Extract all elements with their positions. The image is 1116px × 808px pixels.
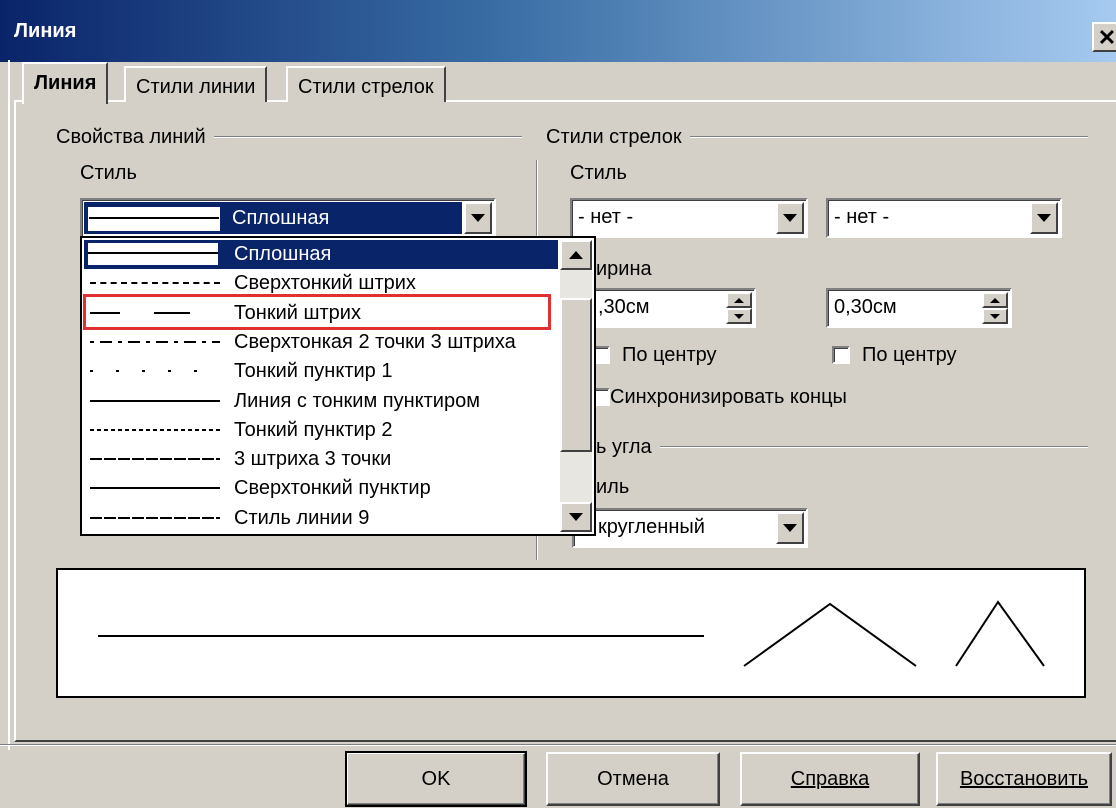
line-style-option[interactable]: Сверхтонкая 2 точки 3 штриха bbox=[84, 328, 558, 357]
chevron-down-icon bbox=[783, 524, 797, 532]
arrow-start-select[interactable]: - нет - bbox=[570, 198, 808, 238]
line-style-dropdown-button[interactable] bbox=[464, 202, 492, 234]
center-end-checkbox[interactable] bbox=[832, 346, 850, 364]
line-pattern-preview bbox=[90, 458, 220, 461]
line-style-label: Стиль bbox=[80, 162, 137, 184]
arrow-start-value: - нет - bbox=[578, 206, 634, 228]
line-pattern-preview bbox=[90, 282, 220, 285]
scroll-up-icon bbox=[569, 251, 583, 259]
line-style-preview bbox=[89, 217, 219, 219]
line-style-select[interactable]: Сплошная bbox=[80, 198, 496, 238]
line-style-option-label: Тонкий пунктир 1 bbox=[234, 360, 393, 383]
line-style-option[interactable]: Стиль линии 9 bbox=[84, 504, 558, 533]
spin-up-icon bbox=[990, 297, 1000, 303]
chevron-down-icon bbox=[783, 214, 797, 222]
line-pattern-preview bbox=[90, 428, 220, 431]
arrow-start-width-spinner[interactable] bbox=[726, 292, 752, 324]
spin-down-icon bbox=[734, 313, 744, 319]
line-pattern-preview bbox=[90, 487, 220, 490]
line-style-option-label: Сверхтонкий пунктир bbox=[234, 477, 431, 500]
cancel-button[interactable]: Отмена bbox=[546, 752, 720, 806]
line-pattern-preview bbox=[88, 243, 218, 265]
line-style-option-label: Тонкий пунктир 2 bbox=[234, 418, 393, 441]
spin-down-icon bbox=[990, 313, 1000, 319]
line-style-option[interactable]: 3 штриха 3 точки bbox=[84, 445, 558, 474]
reset-button[interactable]: Восстановить bbox=[936, 752, 1112, 806]
preview-wide-corner bbox=[743, 602, 917, 667]
dropdown-scrollbar[interactable] bbox=[560, 240, 592, 532]
corner-separator bbox=[596, 446, 1088, 448]
line-pattern-preview bbox=[90, 516, 220, 519]
arrow-end-select[interactable]: - нет - bbox=[826, 198, 1062, 238]
line-pattern-preview bbox=[90, 340, 220, 343]
corner-title: ь угла bbox=[596, 436, 660, 459]
spin-up-icon bbox=[734, 297, 744, 303]
line-style-selected-bg: Сплошная bbox=[84, 202, 462, 234]
arrow-end-dropdown-button[interactable] bbox=[1030, 202, 1058, 234]
tab-line[interactable]: Линия bbox=[22, 62, 109, 104]
line-style-option-label: Стиль линии 9 bbox=[234, 506, 370, 529]
window-title: Линия bbox=[14, 20, 77, 42]
arrow-end-value: - нет - bbox=[834, 206, 890, 228]
tab-arrow-styles[interactable]: Стили стрелок bbox=[286, 66, 446, 102]
line-pattern-preview bbox=[90, 399, 220, 402]
line-style-option-label: Сверхтонкая 2 точки 3 штриха bbox=[234, 330, 516, 353]
arrow-width-label: ирина bbox=[596, 258, 652, 280]
corner-style-label: иль bbox=[596, 476, 630, 498]
line-preview bbox=[56, 568, 1086, 698]
line-style-option[interactable]: Сплошная bbox=[84, 240, 558, 269]
title-bar bbox=[0, 0, 1116, 62]
line-style-dropdown-list[interactable]: Сплошная Сверхтонкий штрих Тонкий штрих Све… bbox=[80, 236, 596, 536]
chevron-down-icon bbox=[471, 214, 485, 222]
arrow-start-dropdown-button[interactable] bbox=[776, 202, 804, 234]
corner-dropdown-button[interactable] bbox=[776, 512, 804, 544]
close-button[interactable]: ✕ bbox=[1092, 22, 1116, 52]
corner-style-select[interactable]: кругленный bbox=[572, 508, 808, 548]
arrow-end-width-spinner[interactable] bbox=[982, 292, 1008, 324]
line-style-value: Сплошная bbox=[232, 207, 330, 229]
line-props-title: Свойства линий bbox=[56, 126, 214, 149]
center-start-label: По центру bbox=[622, 344, 717, 366]
sync-ends-label: Синхронизировать концы bbox=[610, 386, 847, 408]
arrow-start-width-field[interactable]: ,30см bbox=[590, 288, 756, 328]
line-style-option-label: 3 штриха 3 точки bbox=[234, 448, 392, 471]
preview-narrow-corner bbox=[955, 600, 1045, 667]
arrow-style-label: Стиль bbox=[570, 162, 627, 184]
arrow-end-width-field[interactable]: 0,30см bbox=[826, 288, 1012, 328]
line-style-option-label: Сплошная bbox=[234, 243, 332, 265]
scroll-up-button[interactable] bbox=[560, 240, 592, 270]
scroll-thumb[interactable] bbox=[560, 298, 592, 452]
arrow-styles-title: Стили стрелок bbox=[546, 126, 690, 149]
arrow-start-width-value: ,30см bbox=[598, 296, 650, 318]
close-icon: ✕ bbox=[1097, 25, 1116, 50]
arrow-end-width-value: 0,30см bbox=[834, 296, 897, 318]
line-style-option-label: Линия с тонким пунктиром bbox=[234, 389, 480, 412]
line-style-option-label: Сверхтонкий штрих bbox=[234, 272, 416, 295]
line-style-option[interactable]: Тонкий пунктир 1 bbox=[84, 357, 558, 386]
help-button[interactable]: Справка bbox=[740, 752, 920, 806]
corner-style-value: кругленный bbox=[598, 516, 705, 538]
line-style-option[interactable]: Тонкий пунктир 2 bbox=[84, 416, 558, 445]
center-end-label: По центру bbox=[862, 344, 957, 366]
highlight-annotation bbox=[83, 294, 551, 330]
chevron-down-icon bbox=[1037, 214, 1051, 222]
line-preview-graphic bbox=[98, 600, 1045, 667]
scroll-down-icon bbox=[569, 513, 583, 521]
scroll-down-button[interactable] bbox=[560, 502, 592, 532]
tab-line-styles[interactable]: Стили линии bbox=[124, 66, 268, 102]
footer-separator bbox=[0, 744, 1116, 746]
line-pattern-preview bbox=[90, 370, 220, 373]
ok-button[interactable]: OK bbox=[345, 751, 527, 807]
line-style-option[interactable]: Сверхтонкий пунктир bbox=[84, 474, 558, 503]
line-style-option[interactable]: Линия с тонким пунктиром bbox=[84, 387, 558, 416]
